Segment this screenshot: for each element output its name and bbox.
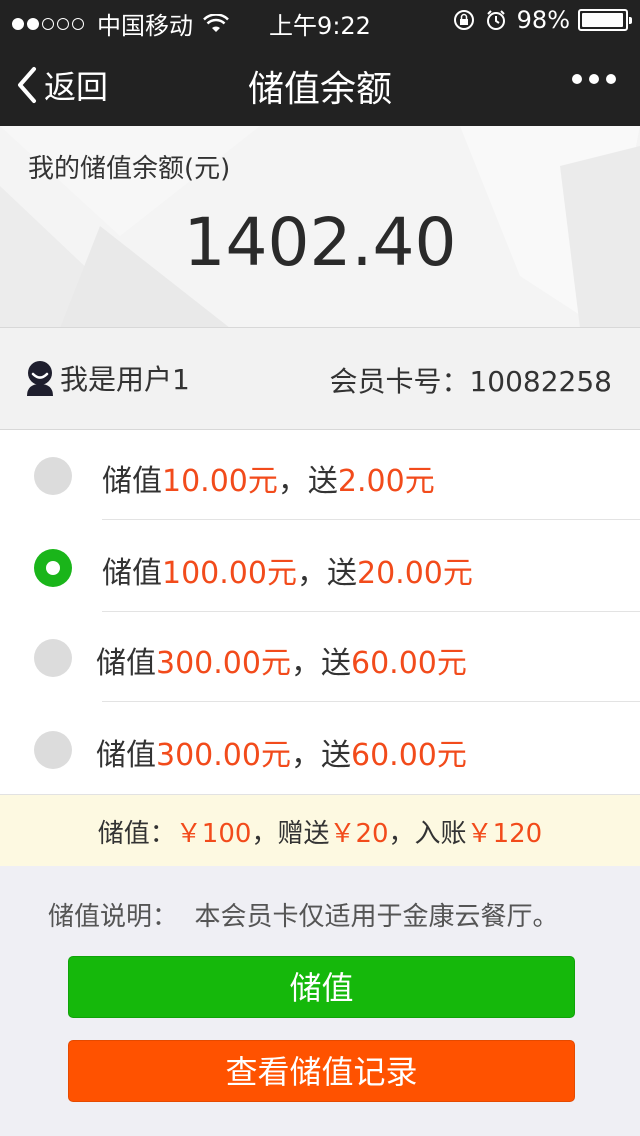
status-right: 98% <box>453 6 632 34</box>
card-label: 会员卡号： <box>329 365 470 398</box>
status-bar: 中国移动 上午9:22 98% <box>0 0 640 40</box>
radio-button-selected[interactable] <box>34 549 72 587</box>
summary-recharge-value: ￥100 <box>175 819 252 849</box>
user-info-bar: 我是用户1 会员卡号：10082258 <box>0 328 640 430</box>
option-bonus: 60.00元 <box>350 738 467 773</box>
balance-amount: 1402.40 <box>183 204 457 281</box>
divider <box>102 701 640 702</box>
recharge-option[interactable]: 储值10.00元，送2.00元 <box>0 430 640 520</box>
option-bonus: 2.00元 <box>337 464 435 499</box>
view-history-button[interactable]: 查看储值记录 <box>68 1040 575 1102</box>
option-text: 储值100.00元，送20.00元 <box>102 548 473 592</box>
balance-label: 我的储值余额(元) <box>28 154 231 184</box>
option-text: 储值300.00元，送60.00元 <box>96 730 467 774</box>
option-separator: ，送 <box>296 556 357 591</box>
card-number: 10082258 <box>469 365 612 398</box>
recharge-note: 储值说明： 本会员卡仅适用于金康云餐厅。 <box>48 902 559 932</box>
recharge-button[interactable]: 储值 <box>68 956 575 1018</box>
radio-button[interactable] <box>34 731 72 769</box>
option-amount: 300.00元 <box>156 646 291 681</box>
summary-label: 储值： <box>97 819 176 849</box>
recharge-option[interactable]: 储值300.00元，送60.00元 <box>0 704 640 794</box>
battery-percent: 98% <box>516 6 570 34</box>
recharge-option[interactable]: 储值300.00元，送60.00元 <box>0 612 640 702</box>
user-name-group: 我是用户1 <box>24 358 190 398</box>
user-avatar-icon <box>27 361 53 396</box>
divider <box>102 519 640 520</box>
rotation-lock-icon <box>453 10 474 30</box>
option-separator: ，送 <box>290 646 351 681</box>
battery-icon <box>578 9 632 31</box>
option-separator: ，送 <box>290 738 351 773</box>
option-prefix: 储值 <box>102 464 162 499</box>
recharge-option[interactable]: 储值100.00元，送20.00元 <box>0 522 640 612</box>
alarm-icon <box>486 10 505 30</box>
summary-total-label: ，入账 <box>388 819 467 849</box>
option-separator: ，送 <box>277 464 338 499</box>
summary-bonus-label: ，赠送 <box>251 819 330 849</box>
summary-total-value: ￥120 <box>466 819 543 849</box>
radio-button[interactable] <box>34 457 72 495</box>
user-name: 我是用户1 <box>60 363 190 396</box>
option-prefix: 储值 <box>102 556 162 591</box>
balance-panel: 我的储值余额(元) 1402.40 <box>0 126 640 328</box>
recharge-options: 储值10.00元，送2.00元 储值100.00元，送20.00元 储值300.… <box>0 430 640 794</box>
summary-bonus-value: ￥20 <box>329 819 389 849</box>
nav-bar: 返回 储值余额 <box>0 40 640 126</box>
recharge-summary: 储值：￥100，赠送￥20，入账￥120 <box>0 794 640 866</box>
page-title: 储值余额 <box>247 69 392 110</box>
more-menu-icon[interactable] <box>565 74 616 84</box>
option-bonus: 60.00元 <box>350 646 467 681</box>
option-prefix: 储值 <box>96 646 156 681</box>
option-text: 储值300.00元，送60.00元 <box>96 638 467 682</box>
option-bonus: 20.00元 <box>356 556 473 591</box>
battery-fill <box>582 13 623 27</box>
option-amount: 300.00元 <box>156 738 291 773</box>
radio-button[interactable] <box>34 639 72 677</box>
option-prefix: 储值 <box>96 738 156 773</box>
member-card: 会员卡号：10082258 <box>329 360 612 400</box>
option-amount: 10.00元 <box>162 464 278 499</box>
option-text: 储值10.00元，送2.00元 <box>102 456 435 500</box>
option-amount: 100.00元 <box>162 556 297 591</box>
